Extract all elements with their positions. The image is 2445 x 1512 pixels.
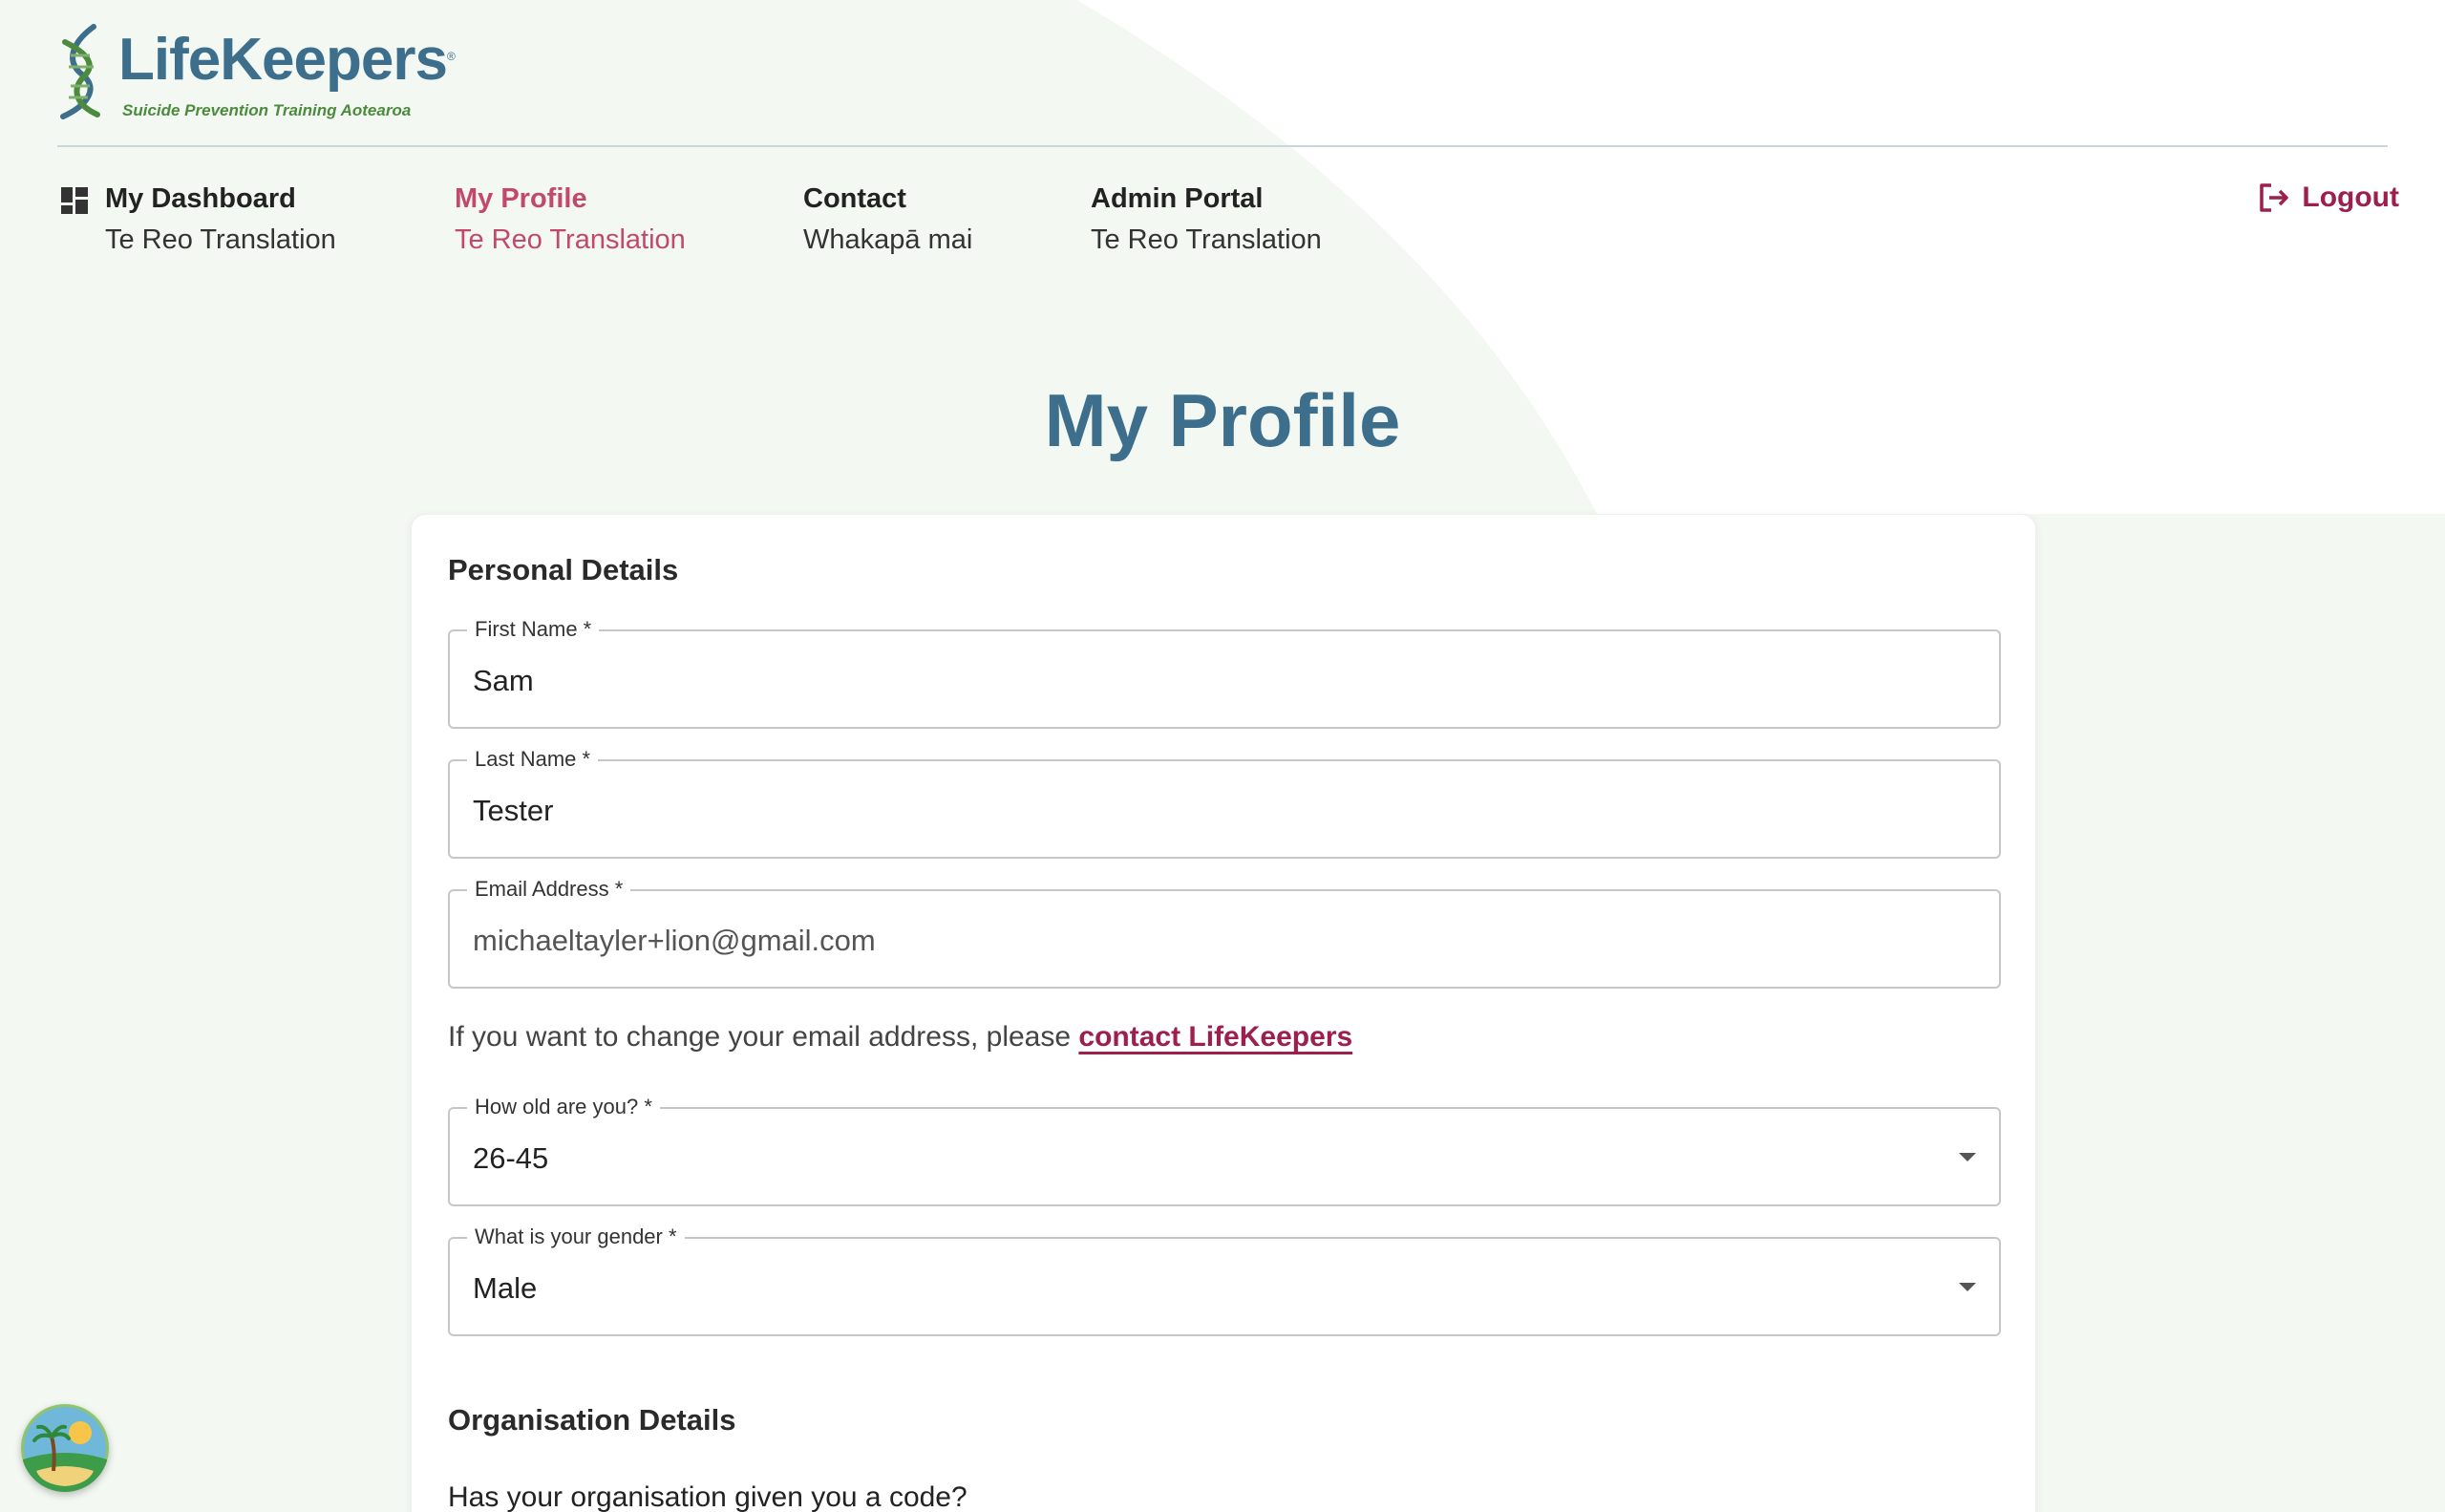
- nav-subtitle: Te Reo Translation: [1091, 224, 1322, 255]
- age-select[interactable]: How old are you? * 26-45: [448, 1095, 2001, 1206]
- chevron-down-icon: [1959, 1283, 1976, 1291]
- first-name-label: First Name *: [467, 617, 600, 642]
- island-badge-button[interactable]: [21, 1404, 109, 1492]
- profile-card: Personal Details First Name * Sam Last N…: [411, 514, 2036, 1512]
- contact-lifekeepers-link[interactable]: contact LifeKeepers: [1078, 1021, 1352, 1053]
- nav-item-admin-portal[interactable]: Admin Portal Te Reo Translation: [1091, 181, 1322, 262]
- first-name-value[interactable]: Sam: [473, 664, 534, 698]
- last-name-value[interactable]: Tester: [473, 794, 553, 828]
- last-name-label: Last Name *: [467, 747, 599, 772]
- dna-helix-icon: [60, 24, 100, 119]
- brand-tagline: Suicide Prevention Training Aotearoa: [122, 101, 412, 119]
- page-title: My Profile: [1044, 378, 1401, 462]
- nav-item-my-profile[interactable]: My Profile Te Reo Translation: [455, 181, 686, 262]
- nav-subtitle: Te Reo Translation: [105, 224, 336, 255]
- nav-title: Admin Portal: [1091, 183, 1264, 214]
- email-value: michaeltayler+lion@gmail.com: [473, 924, 876, 957]
- main-nav: My Dashboard Te Reo Translation My Profi…: [0, 181, 2445, 267]
- registered-mark: ®: [447, 50, 456, 63]
- last-name-field[interactable]: Last Name * Tester: [448, 747, 2001, 859]
- organisation-details-heading: Organisation Details: [448, 1403, 736, 1437]
- dashboard-icon: [61, 187, 88, 214]
- nav-title: My Profile: [455, 183, 587, 214]
- personal-details-heading: Personal Details: [448, 553, 679, 586]
- org-code-question: Has your organisation given you a code?: [448, 1481, 967, 1512]
- nav-subtitle: Te Reo Translation: [455, 224, 686, 255]
- logout-icon: [2260, 183, 2289, 212]
- brand-name: LifeKeepers: [118, 27, 448, 93]
- nav-item-my-dashboard[interactable]: My Dashboard Te Reo Translation: [61, 181, 336, 262]
- chevron-down-icon: [1959, 1153, 1976, 1161]
- gender-value: Male: [473, 1271, 538, 1305]
- island-icon: [21, 1404, 109, 1492]
- header-divider: [57, 145, 2388, 147]
- gender-select[interactable]: What is your gender * Male: [448, 1225, 2001, 1336]
- gender-label: What is your gender *: [467, 1225, 685, 1249]
- nav-subtitle: Whakapā mai: [803, 224, 973, 255]
- email-help-text: If you want to change your email address…: [448, 1021, 1352, 1054]
- lifekeepers-logo[interactable]: LifeKeepers ® Suicide Prevention Trainin…: [55, 23, 457, 124]
- nav-title: My Dashboard: [105, 183, 296, 214]
- email-label: Email Address *: [467, 877, 631, 902]
- email-field: Email Address * michaeltayler+lion@gmail…: [448, 877, 2001, 989]
- nav-title: Contact: [803, 183, 906, 214]
- logout-label: Logout: [2302, 181, 2399, 213]
- logout-button[interactable]: Logout: [2258, 181, 2399, 214]
- email-help-prefix: If you want to change your email address…: [448, 1021, 1079, 1053]
- nav-item-contact[interactable]: Contact Whakapā mai: [803, 181, 972, 262]
- age-value: 26-45: [473, 1141, 549, 1175]
- age-label: How old are you? *: [467, 1095, 660, 1119]
- first-name-field[interactable]: First Name * Sam: [448, 617, 2001, 729]
